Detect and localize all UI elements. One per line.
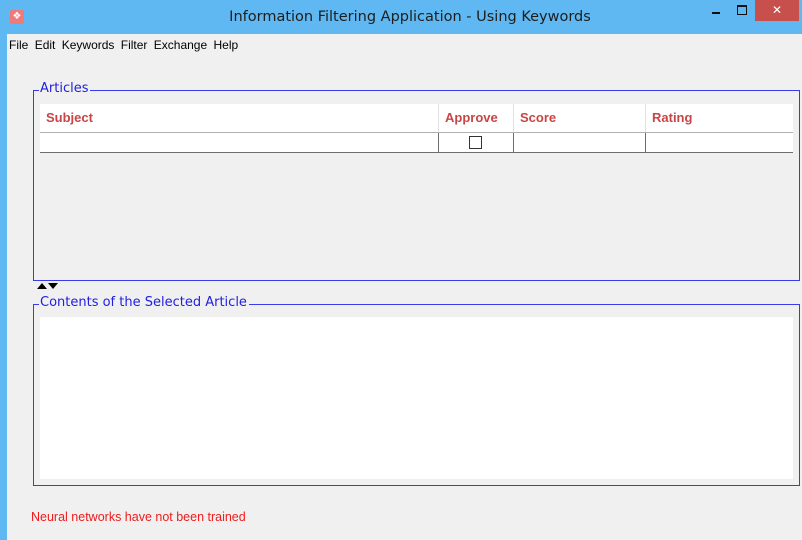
window-title: Information Filtering Application - Usin… — [229, 9, 591, 25]
minimize-button[interactable] — [703, 0, 729, 21]
approve-checkbox[interactable] — [469, 136, 482, 149]
cell-rating[interactable] — [646, 133, 793, 152]
minimize-icon — [712, 12, 720, 14]
expand-down-icon[interactable] — [48, 283, 58, 289]
maximize-icon — [737, 5, 747, 15]
contents-group: Contents of the Selected Article — [33, 294, 800, 486]
column-header-rating[interactable]: Rating — [646, 104, 793, 132]
articles-group-label: Articles — [39, 80, 91, 98]
menu-keywords[interactable]: Keywords — [60, 34, 116, 53]
column-header-approve[interactable]: Approve — [439, 104, 514, 132]
app-window: ❖ Information Filtering Application - Us… — [0, 0, 802, 540]
menu-file[interactable]: File — [7, 34, 29, 53]
column-header-subject[interactable]: Subject — [40, 104, 439, 132]
title-bar[interactable]: ❖ Information Filtering Application - Us… — [0, 0, 802, 34]
menu-help[interactable]: Help — [211, 34, 239, 53]
articles-group: Articles Subject Approve Score Rating — [33, 80, 800, 281]
maximize-button[interactable] — [729, 0, 755, 21]
close-icon: ✕ — [771, 3, 783, 17]
menu-edit[interactable]: Edit — [33, 34, 57, 53]
menu-exchange[interactable]: Exchange — [152, 34, 208, 53]
menu-bar: File Edit Keywords Filter Exchange Help — [7, 34, 802, 56]
articles-table-header: Subject Approve Score Rating — [40, 104, 793, 132]
table-row[interactable] — [40, 132, 793, 153]
pane-splitter[interactable] — [37, 282, 65, 292]
close-button[interactable]: ✕ — [755, 0, 799, 21]
contents-group-label: Contents of the Selected Article — [39, 294, 249, 312]
menu-filter[interactable]: Filter — [119, 34, 149, 53]
cell-score[interactable] — [514, 133, 646, 152]
status-message: Neural networks have not been trained — [31, 510, 246, 524]
cell-approve — [439, 133, 514, 152]
cell-subject[interactable] — [40, 133, 439, 152]
app-icon[interactable]: ❖ — [10, 10, 24, 24]
article-contents-area[interactable] — [40, 317, 793, 479]
expand-up-icon[interactable] — [37, 283, 47, 289]
column-header-score[interactable]: Score — [514, 104, 646, 132]
